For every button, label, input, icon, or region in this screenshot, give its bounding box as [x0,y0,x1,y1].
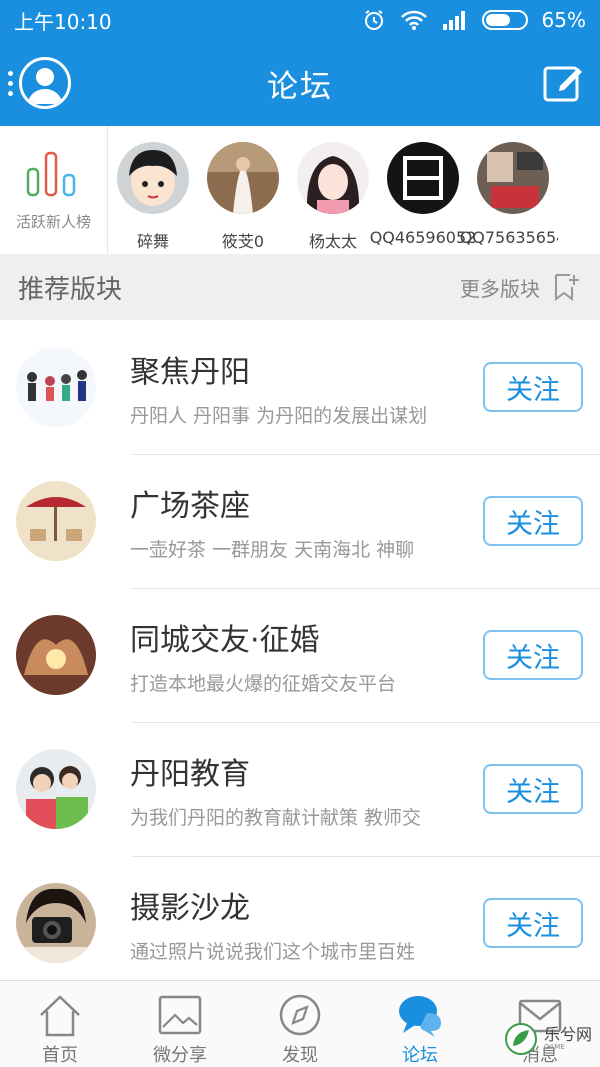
image-icon [158,995,202,1035]
forum-icon [16,749,96,829]
profile-menu-button[interactable] [8,57,71,109]
follow-button[interactable]: 关注 [483,898,583,948]
bookmark-add-icon [555,274,579,301]
forum-list: 聚焦丹阳 丹阳人 丹阳事 为丹阳的发展出谋划 关注 广场茶座 一壶好茶 一群朋友… [0,320,600,990]
user-item[interactable]: 碎舞 [108,126,198,254]
forum-item[interactable]: 丹阳教育 为我们丹阳的教育献计献策 教师交 关注 [0,722,600,856]
user-avatar-icon [19,57,71,109]
user-name: 碎舞 [136,232,169,251]
more-sections-link[interactable]: 更多版块 [460,272,582,302]
user-list: 碎舞 筱芠0 杨太太 QQ46596052 QQ75635654 [108,126,558,254]
section-title: 推荐版块 [18,274,123,305]
battery-icon [481,10,528,30]
nav-label: 发现 [282,1045,318,1066]
user-avatar [477,142,549,214]
forum-icon [16,347,96,427]
user-item[interactable]: QQ75635654 [460,126,558,254]
user-avatar [387,142,459,214]
follow-button[interactable]: 关注 [483,764,583,814]
wifi-icon [400,10,427,30]
ranking-label: 活跃新人榜 [15,212,91,231]
forum-item[interactable]: 同城交友·征婚 打造本地最火爆的征婚交友平台 关注 [0,588,600,722]
chat-bubble-icon [399,996,441,1037]
app-bar: 论坛 [0,40,600,126]
nav-home[interactable]: 首页 [0,981,120,1067]
nav-label: 微分享 [153,1045,207,1066]
more-sections-label: 更多版块 [460,276,540,301]
signal-icon [442,11,465,30]
forum-name: 摄影沙龙 [130,890,250,926]
status-icons: 65% [362,8,586,32]
alarm-icon [364,10,383,30]
leaf-logo-icon [504,1023,537,1055]
user-item[interactable]: 杨太太 [288,126,378,254]
active-users-strip: 活跃新人榜 碎舞 筱芠0 杨太太 QQ46596052 QQ75635654 [0,126,600,254]
battery-fill [485,14,511,26]
forum-item[interactable]: 聚焦丹阳 丹阳人 丹阳事 为丹阳的发展出谋划 关注 [0,320,600,454]
forum-desc: 一壶好茶 一群朋友 天南海北 神聊 [130,538,415,561]
follow-button[interactable]: 关注 [483,362,583,412]
user-avatar [117,142,189,214]
nav-label: 论坛 [402,1045,438,1066]
forum-item[interactable]: 广场茶座 一壶好茶 一群朋友 天南海北 神聊 关注 [0,454,600,588]
watermark: 乐兮网 GAME [504,1022,592,1056]
forum-desc: 通过照片说说我们这个城市里百姓 [130,940,416,963]
watermark-brand: 乐兮网 [543,1025,592,1044]
battery-percent: 65% [541,8,586,32]
watermark-sub: GAME [543,1043,565,1051]
forum-icon [16,481,96,561]
new-user-ranking[interactable]: 活跃新人榜 [0,126,108,254]
forum-desc: 为我们丹阳的教育献计献策 教师交 [130,806,422,829]
user-item[interactable]: QQ46596052 [370,126,476,254]
status-time: 上午10:10 [14,9,112,34]
follow-button[interactable]: 关注 [483,496,583,546]
user-avatar [207,142,279,214]
nav-discover[interactable]: 发现 [240,981,360,1067]
nav-label: 首页 [42,1045,78,1066]
home-icon [40,995,80,1037]
user-item[interactable]: 筱芠0 [198,126,288,254]
forum-icon [16,883,96,963]
forum-name: 丹阳教育 [130,756,250,792]
nav-forum[interactable]: 论坛 [360,981,480,1067]
bar-chart-icon [26,151,75,196]
forum-name: 广场茶座 [130,488,250,524]
forum-name: 同城交友·征婚 [130,622,320,658]
recommended-section-header: 推荐版块 更多版块 [0,254,600,320]
user-name: 筱芠0 [221,232,265,251]
page-title: 论坛 [267,68,333,105]
compass-icon [279,994,321,1036]
forum-desc: 打造本地最火爆的征婚交友平台 [130,672,397,695]
forum-item[interactable]: 摄影沙龙 通过照片说说我们这个城市里百姓 关注 [0,856,600,990]
user-avatar [297,142,369,214]
user-name: QQ75635654 [459,228,558,247]
compose-icon[interactable] [542,62,584,104]
user-name: 杨太太 [308,232,357,251]
follow-button[interactable]: 关注 [483,630,583,680]
forum-name: 聚焦丹阳 [130,354,250,390]
forum-desc: 丹阳人 丹阳事 为丹阳的发展出谋划 [130,404,428,427]
status-bar: 上午10:10 65% [0,0,600,40]
forum-icon [16,615,96,695]
nav-share[interactable]: 微分享 [120,981,240,1067]
menu-dots-icon [8,70,13,96]
